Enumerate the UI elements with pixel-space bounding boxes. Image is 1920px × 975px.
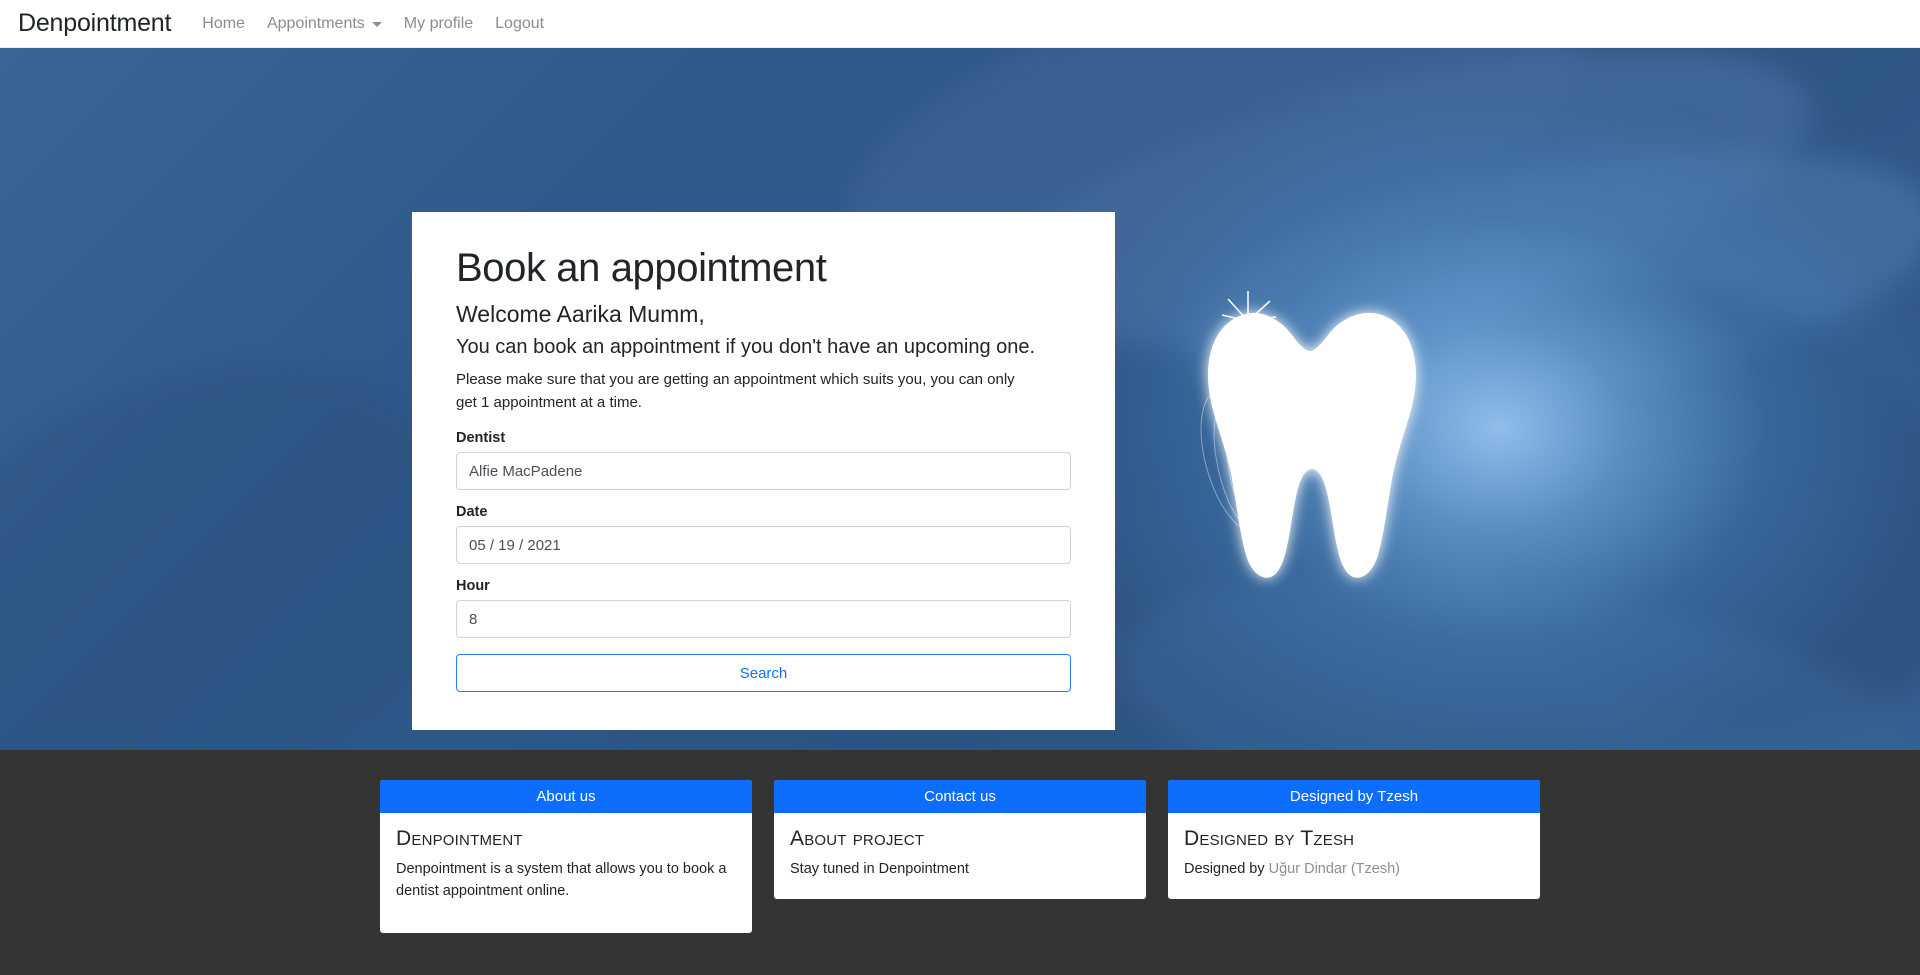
footer-card-header: About us	[380, 780, 752, 813]
page-title: Book an appointment	[456, 246, 827, 290]
nav-links: Home Appointments My profile Logout	[191, 9, 555, 39]
footer-card-designed-by: Designed by Tzesh Designed by Tzesh Desi…	[1168, 780, 1540, 899]
hero-glow	[998, 104, 1920, 750]
navbar: Denpointment Home Appointments My profil…	[0, 0, 1920, 48]
footer-card-text: Stay tuned in Denpointment	[790, 861, 969, 877]
footer-card-title: Designed by Tzesh	[1184, 827, 1355, 850]
nav-link-my-profile[interactable]: My profile	[393, 9, 484, 39]
booking-note: Please make sure that you are getting an…	[456, 371, 1015, 411]
nav-link-home[interactable]: Home	[191, 9, 256, 39]
designer-link[interactable]: Uğur Dindar (Tzesh)	[1269, 861, 1400, 877]
dentist-input[interactable]	[456, 452, 1071, 490]
date-form-group: Date	[456, 504, 1071, 564]
welcome-message: Welcome Aarika Mumm,	[456, 301, 705, 327]
chevron-down-icon	[371, 22, 382, 27]
hour-form-group: Hour	[456, 578, 1071, 638]
footer-card-text-prefix: Designed by	[1184, 861, 1269, 877]
footer-card-body: Denpointment Denpointment is a system th…	[380, 813, 752, 933]
footer-card-text: Designed by Uğur Dindar (Tzesh)	[1184, 859, 1524, 881]
brand-logo[interactable]: Denpointment	[8, 9, 183, 38]
nav-link-appointments[interactable]: Appointments	[256, 9, 393, 39]
footer-card-about-us: About us Denpointment Denpointment is a …	[380, 780, 752, 933]
footer-card-body: About project Stay tuned in Denpointment	[774, 813, 1146, 899]
nav-link-my-profile-label: My profile	[403, 14, 474, 32]
booking-subtitle: You can book an appointment if you don't…	[456, 336, 1036, 358]
nav-link-appointments-label: Appointments	[266, 14, 365, 32]
footer-card-body: Designed by Tzesh Designed by Uğur Dinda…	[1168, 813, 1540, 899]
hour-label: Hour	[456, 578, 490, 594]
nav-link-logout-label: Logout	[495, 14, 545, 32]
footer-card-header: Contact us	[774, 780, 1146, 813]
nav-link-logout[interactable]: Logout	[484, 9, 555, 39]
date-input[interactable]	[456, 526, 1071, 564]
footer-card-title: Denpointment	[396, 827, 523, 850]
search-button[interactable]: Search	[456, 654, 1071, 692]
footer-card-contact-us: Contact us About project Stay tuned in D…	[774, 780, 1146, 899]
hour-input[interactable]	[456, 600, 1071, 638]
dentist-label: Dentist	[456, 430, 506, 446]
footer-card-header: Designed by Tzesh	[1168, 780, 1540, 813]
hero-section: Book an appointment Welcome Aarika Mumm,…	[0, 48, 1920, 750]
footer: About us Denpointment Denpointment is a …	[0, 750, 1920, 975]
footer-card-title: About project	[790, 827, 925, 850]
tooth-icon	[1180, 291, 1440, 593]
date-label: Date	[456, 504, 488, 520]
nav-link-home-label: Home	[202, 14, 245, 32]
footer-card-text: Denpointment is a system that allows you…	[396, 861, 727, 899]
booking-card: Book an appointment Welcome Aarika Mumm,…	[412, 212, 1115, 730]
dentist-form-group: Dentist	[456, 430, 1071, 490]
